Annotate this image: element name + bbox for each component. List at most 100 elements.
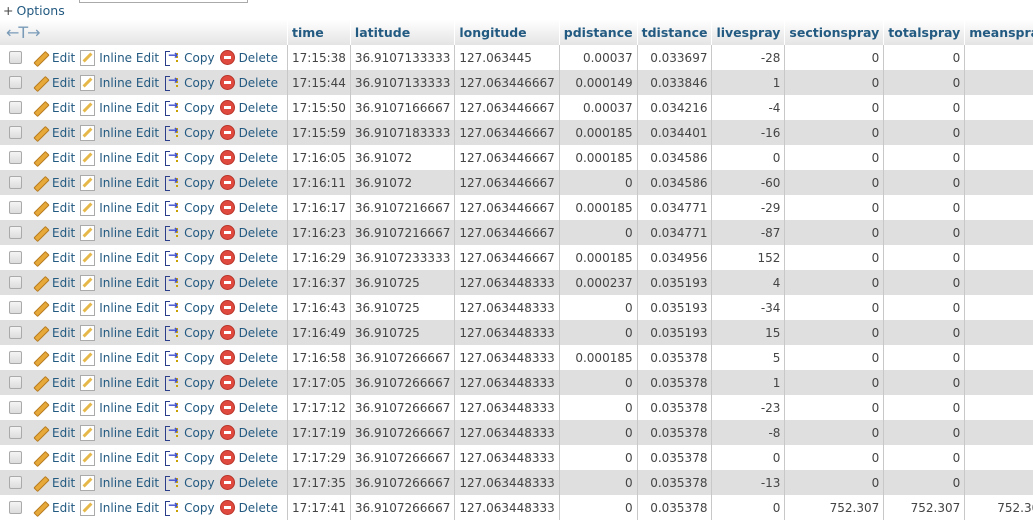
cell-tdistance[interactable]: 0.034216 <box>637 95 713 120</box>
cell-tdistance[interactable]: 0.035193 <box>637 295 713 320</box>
edit-button[interactable]: Edit <box>32 400 80 415</box>
cell-pdistance[interactable]: 0 <box>559 295 638 320</box>
cell-sectionspray[interactable]: 0 <box>784 470 885 495</box>
cell-pdistance[interactable]: 0.000185 <box>559 145 638 170</box>
cell-livespray[interactable]: 4 <box>711 270 786 295</box>
cell-tdistance[interactable]: 0.034586 <box>637 145 713 170</box>
inline-edit-button[interactable]: Inline Edit <box>80 299 164 316</box>
edit-button[interactable]: Edit <box>32 150 80 165</box>
cell-pdistance[interactable]: 0 <box>559 395 638 420</box>
cell-sectionspray[interactable]: 0 <box>784 370 885 395</box>
copy-button[interactable]: Copy <box>164 498 219 516</box>
delete-button[interactable]: Delete <box>219 350 283 365</box>
cell-meanspray[interactable]: 0 <box>964 45 1033 70</box>
inline-edit-button[interactable]: Inline Edit <box>80 374 164 391</box>
cell-sectionspray[interactable]: 0 <box>784 170 885 195</box>
column-arrows-icon[interactable]: ←T→ <box>0 20 288 45</box>
cell-livespray[interactable]: -16 <box>711 120 786 145</box>
cell-time[interactable]: 17:15:59 <box>287 120 351 145</box>
cell-totalspray[interactable]: 0 <box>883 370 966 395</box>
edit-button[interactable]: Edit <box>32 200 80 215</box>
cell-totalspray[interactable]: 0 <box>883 45 966 70</box>
cell-time[interactable]: 17:16:05 <box>287 145 351 170</box>
cell-time[interactable]: 17:16:43 <box>287 295 351 320</box>
cell-time[interactable]: 17:15:38 <box>287 45 351 70</box>
cell-pdistance[interactable]: 0.000185 <box>559 195 638 220</box>
inline-edit-button[interactable]: Inline Edit <box>80 149 164 166</box>
cell-latitude[interactable]: 36.9107133333 <box>350 45 456 70</box>
delete-button[interactable]: Delete <box>219 400 283 415</box>
row-checkbox[interactable] <box>9 301 22 314</box>
cell-livespray[interactable]: -8 <box>711 420 786 445</box>
delete-button[interactable]: Delete <box>219 175 283 190</box>
cell-meanspray[interactable]: 0 <box>964 370 1033 395</box>
inline-edit-button[interactable]: Inline Edit <box>80 74 164 91</box>
cell-pdistance[interactable]: 0.000185 <box>559 120 638 145</box>
cell-sectionspray[interactable]: 0 <box>784 45 885 70</box>
cell-longitude[interactable]: 127.063448333 <box>454 345 560 370</box>
cell-tdistance[interactable]: 0.034401 <box>637 120 713 145</box>
inline-edit-button[interactable]: Inline Edit <box>80 99 164 116</box>
edit-button[interactable]: Edit <box>32 225 80 240</box>
copy-button[interactable]: Copy <box>164 173 219 191</box>
cell-meanspray[interactable]: 0 <box>964 145 1033 170</box>
cell-time[interactable]: 17:16:37 <box>287 270 351 295</box>
cell-time[interactable]: 17:17:05 <box>287 370 351 395</box>
copy-button[interactable]: Copy <box>164 48 219 66</box>
cell-tdistance[interactable]: 0.034771 <box>637 220 713 245</box>
edit-button[interactable]: Edit <box>32 175 80 190</box>
copy-button[interactable]: Copy <box>164 323 219 341</box>
row-checkbox[interactable] <box>9 451 22 464</box>
column-header-time[interactable]: time <box>287 20 351 45</box>
cell-livespray[interactable]: -60 <box>711 170 786 195</box>
cell-meanspray[interactable]: 0 <box>964 270 1033 295</box>
cell-tdistance[interactable]: 0.035378 <box>637 370 713 395</box>
edit-button[interactable]: Edit <box>32 75 80 90</box>
cell-time[interactable]: 17:17:41 <box>287 495 351 520</box>
cell-latitude[interactable]: 36.9107166667 <box>350 95 456 120</box>
cell-time[interactable]: 17:17:12 <box>287 395 351 420</box>
options-toggle[interactable]: + Options <box>3 3 65 18</box>
cell-time[interactable]: 17:15:44 <box>287 70 351 95</box>
cell-sectionspray[interactable]: 0 <box>784 245 885 270</box>
inline-edit-button[interactable]: Inline Edit <box>80 274 164 291</box>
cell-latitude[interactable]: 36.91072 <box>350 170 456 195</box>
cell-meanspray[interactable]: 0 <box>964 170 1033 195</box>
cell-latitude[interactable]: 36.9107266667 <box>350 370 456 395</box>
cell-sectionspray[interactable]: 0 <box>784 120 885 145</box>
cell-meanspray[interactable]: 0 <box>964 470 1033 495</box>
copy-button[interactable]: Copy <box>164 248 219 266</box>
edit-button[interactable]: Edit <box>32 425 80 440</box>
row-checkbox[interactable] <box>9 226 22 239</box>
cell-tdistance[interactable]: 0.035378 <box>637 420 713 445</box>
edit-button[interactable]: Edit <box>32 350 80 365</box>
cell-longitude[interactable]: 127.063448333 <box>454 370 560 395</box>
row-checkbox[interactable] <box>9 51 22 64</box>
row-checkbox[interactable] <box>9 476 22 489</box>
cell-sectionspray[interactable]: 0 <box>784 420 885 445</box>
cell-latitude[interactable]: 36.9107216667 <box>350 195 456 220</box>
delete-button[interactable]: Delete <box>219 300 283 315</box>
row-checkbox[interactable] <box>9 126 22 139</box>
column-header-tdistance[interactable]: tdistance <box>637 20 713 45</box>
copy-button[interactable]: Copy <box>164 448 219 466</box>
delete-button[interactable]: Delete <box>219 375 283 390</box>
cell-totalspray[interactable]: 0 <box>883 395 966 420</box>
cell-time[interactable]: 17:16:17 <box>287 195 351 220</box>
cell-time[interactable]: 17:16:23 <box>287 220 351 245</box>
cell-tdistance[interactable]: 0.035193 <box>637 320 713 345</box>
copy-button[interactable]: Copy <box>164 398 219 416</box>
search-box[interactable] <box>79 0 248 3</box>
cell-latitude[interactable]: 36.91072 <box>350 145 456 170</box>
cell-time[interactable]: 17:17:19 <box>287 420 351 445</box>
cell-latitude[interactable]: 36.9107266667 <box>350 445 456 470</box>
cell-livespray[interactable]: -34 <box>711 295 786 320</box>
cell-latitude[interactable]: 36.9107233333 <box>350 245 456 270</box>
inline-edit-button[interactable]: Inline Edit <box>80 49 164 66</box>
cell-sectionspray[interactable]: 0 <box>784 345 885 370</box>
inline-edit-button[interactable]: Inline Edit <box>80 499 164 516</box>
cell-longitude[interactable]: 127.063446667 <box>454 70 560 95</box>
cell-tdistance[interactable]: 0.035378 <box>637 395 713 420</box>
cell-tdistance[interactable]: 0.033846 <box>637 70 713 95</box>
delete-button[interactable]: Delete <box>219 325 283 340</box>
